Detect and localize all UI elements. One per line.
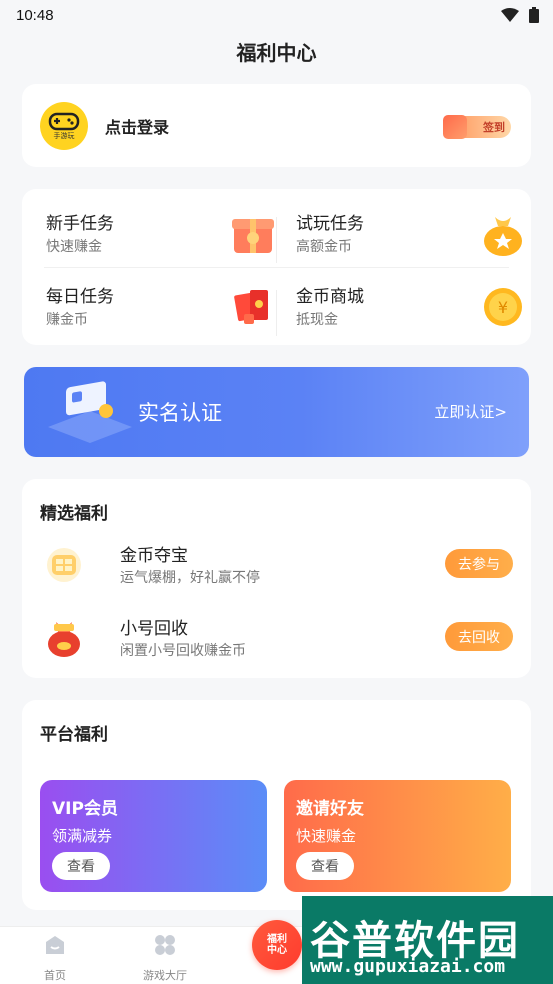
nav-label: 首页 <box>44 969 66 982</box>
treasure-icon <box>47 548 81 582</box>
view-button[interactable]: 查看 <box>52 852 110 880</box>
nav-label: 游戏大厅 <box>143 969 187 982</box>
sign-in-button[interactable]: 签到 <box>443 112 513 140</box>
svg-text:¥: ¥ <box>498 298 508 317</box>
id-card-icon <box>48 381 132 443</box>
platform-benefits-card: 平台福利 VIP会员 领满减券 查看 邀请好友 快速赚金 查看 <box>22 700 531 910</box>
status-time: 10:48 <box>16 6 54 24</box>
money-bag-icon <box>484 217 522 256</box>
status-bar: 10:48 <box>0 0 553 30</box>
item-subtitle: 运气爆棚，好礼赢不停 <box>120 570 260 586</box>
section-title: 精选福利 <box>40 504 108 524</box>
item-subtitle: 闲置小号回收赚金币 <box>120 643 246 659</box>
nav-item-game-hall[interactable]: 游戏大厅 <box>125 931 205 983</box>
vip-card[interactable]: VIP会员 领满减券 查看 <box>40 780 267 892</box>
featured-benefits-card: 精选福利 金币夺宝 运气爆棚，好礼赢不停 去参与 小号回收 闲置小号回收赚金币 … <box>22 479 531 678</box>
avatar[interactable]: 手游玩 <box>40 101 88 150</box>
list-item[interactable]: 金币夺宝 运气爆棚，好礼赢不停 去参与 <box>44 539 513 593</box>
promo-subtitle: 快速赚金 <box>296 827 357 845</box>
recycle-button[interactable]: 去回收 <box>445 622 513 651</box>
grid-icon <box>155 935 175 955</box>
login-label[interactable]: 点击登录 <box>105 114 443 138</box>
participate-button[interactable]: 去参与 <box>445 549 513 578</box>
task-newbie[interactable]: 新手任务 快速赚金 <box>46 209 276 269</box>
invite-friends-card[interactable]: 邀请好友 快速赚金 查看 <box>284 780 511 892</box>
promo-title: 邀请好友 <box>296 799 364 819</box>
watermark: 谷普软件园 www.gupuxiazai.com <box>302 896 553 984</box>
task-title: 新手任务 <box>46 214 114 234</box>
login-card[interactable]: 手游玩 点击登录 签到 <box>22 84 531 167</box>
sign-in-label: 签到 <box>483 120 505 134</box>
banner-title: 实名认证 <box>138 401 222 425</box>
item-title: 金币夺宝 <box>120 546 188 566</box>
item-title: 小号回收 <box>120 619 188 639</box>
nav-item-home[interactable]: 首页 <box>15 931 95 983</box>
task-title: 每日任务 <box>46 287 114 307</box>
list-item[interactable]: 小号回收 闲置小号回收赚金币 去回收 <box>44 612 513 666</box>
task-subtitle: 赚金币 <box>46 312 88 328</box>
task-subtitle: 高额金币 <box>296 239 352 255</box>
gold-coin-icon: ¥ <box>484 288 522 326</box>
gift-box-icon <box>232 219 274 253</box>
page-title: 福利中心 <box>236 40 317 65</box>
watermark-url: www.gupuxiazai.com <box>310 956 506 977</box>
red-envelope-icon <box>234 290 268 324</box>
section-title: 平台福利 <box>40 725 108 745</box>
task-title: 试玩任务 <box>296 214 364 234</box>
promo-title: VIP会员 <box>52 799 118 819</box>
real-name-banner[interactable]: 实名认证 立即认证> <box>24 367 529 457</box>
home-icon <box>46 936 64 954</box>
task-subtitle: 快速赚金 <box>46 239 102 255</box>
task-coin-mall[interactable]: 金币商城 抵现金 ¥ <box>296 282 526 342</box>
battery-icon <box>529 7 539 23</box>
view-button[interactable]: 查看 <box>296 852 354 880</box>
tasks-card: 新手任务 快速赚金 试玩任务 高额金币 每日任务 赚金币 金币商城 抵现金 ¥ <box>22 189 531 345</box>
task-title: 金币商城 <box>296 287 364 307</box>
task-daily[interactable]: 每日任务 赚金币 <box>46 282 276 342</box>
gamepad-icon <box>48 112 80 130</box>
nav-center-label-line2: 中心 <box>267 945 287 956</box>
promo-subtitle: 领满减券 <box>52 827 113 845</box>
verify-now-link[interactable]: 立即认证> <box>434 401 507 422</box>
nav-item-welfare-center[interactable]: 福利 中心 <box>252 920 302 970</box>
task-subtitle: 抵现金 <box>296 312 338 328</box>
nav-center-label-line1: 福利 <box>267 934 287 945</box>
avatar-caption: 手游玩 <box>53 131 75 140</box>
gift-box-icon <box>443 114 467 139</box>
money-bag-icon <box>48 622 80 657</box>
task-trial[interactable]: 试玩任务 高额金币 <box>296 209 526 269</box>
wifi-icon <box>501 8 519 22</box>
